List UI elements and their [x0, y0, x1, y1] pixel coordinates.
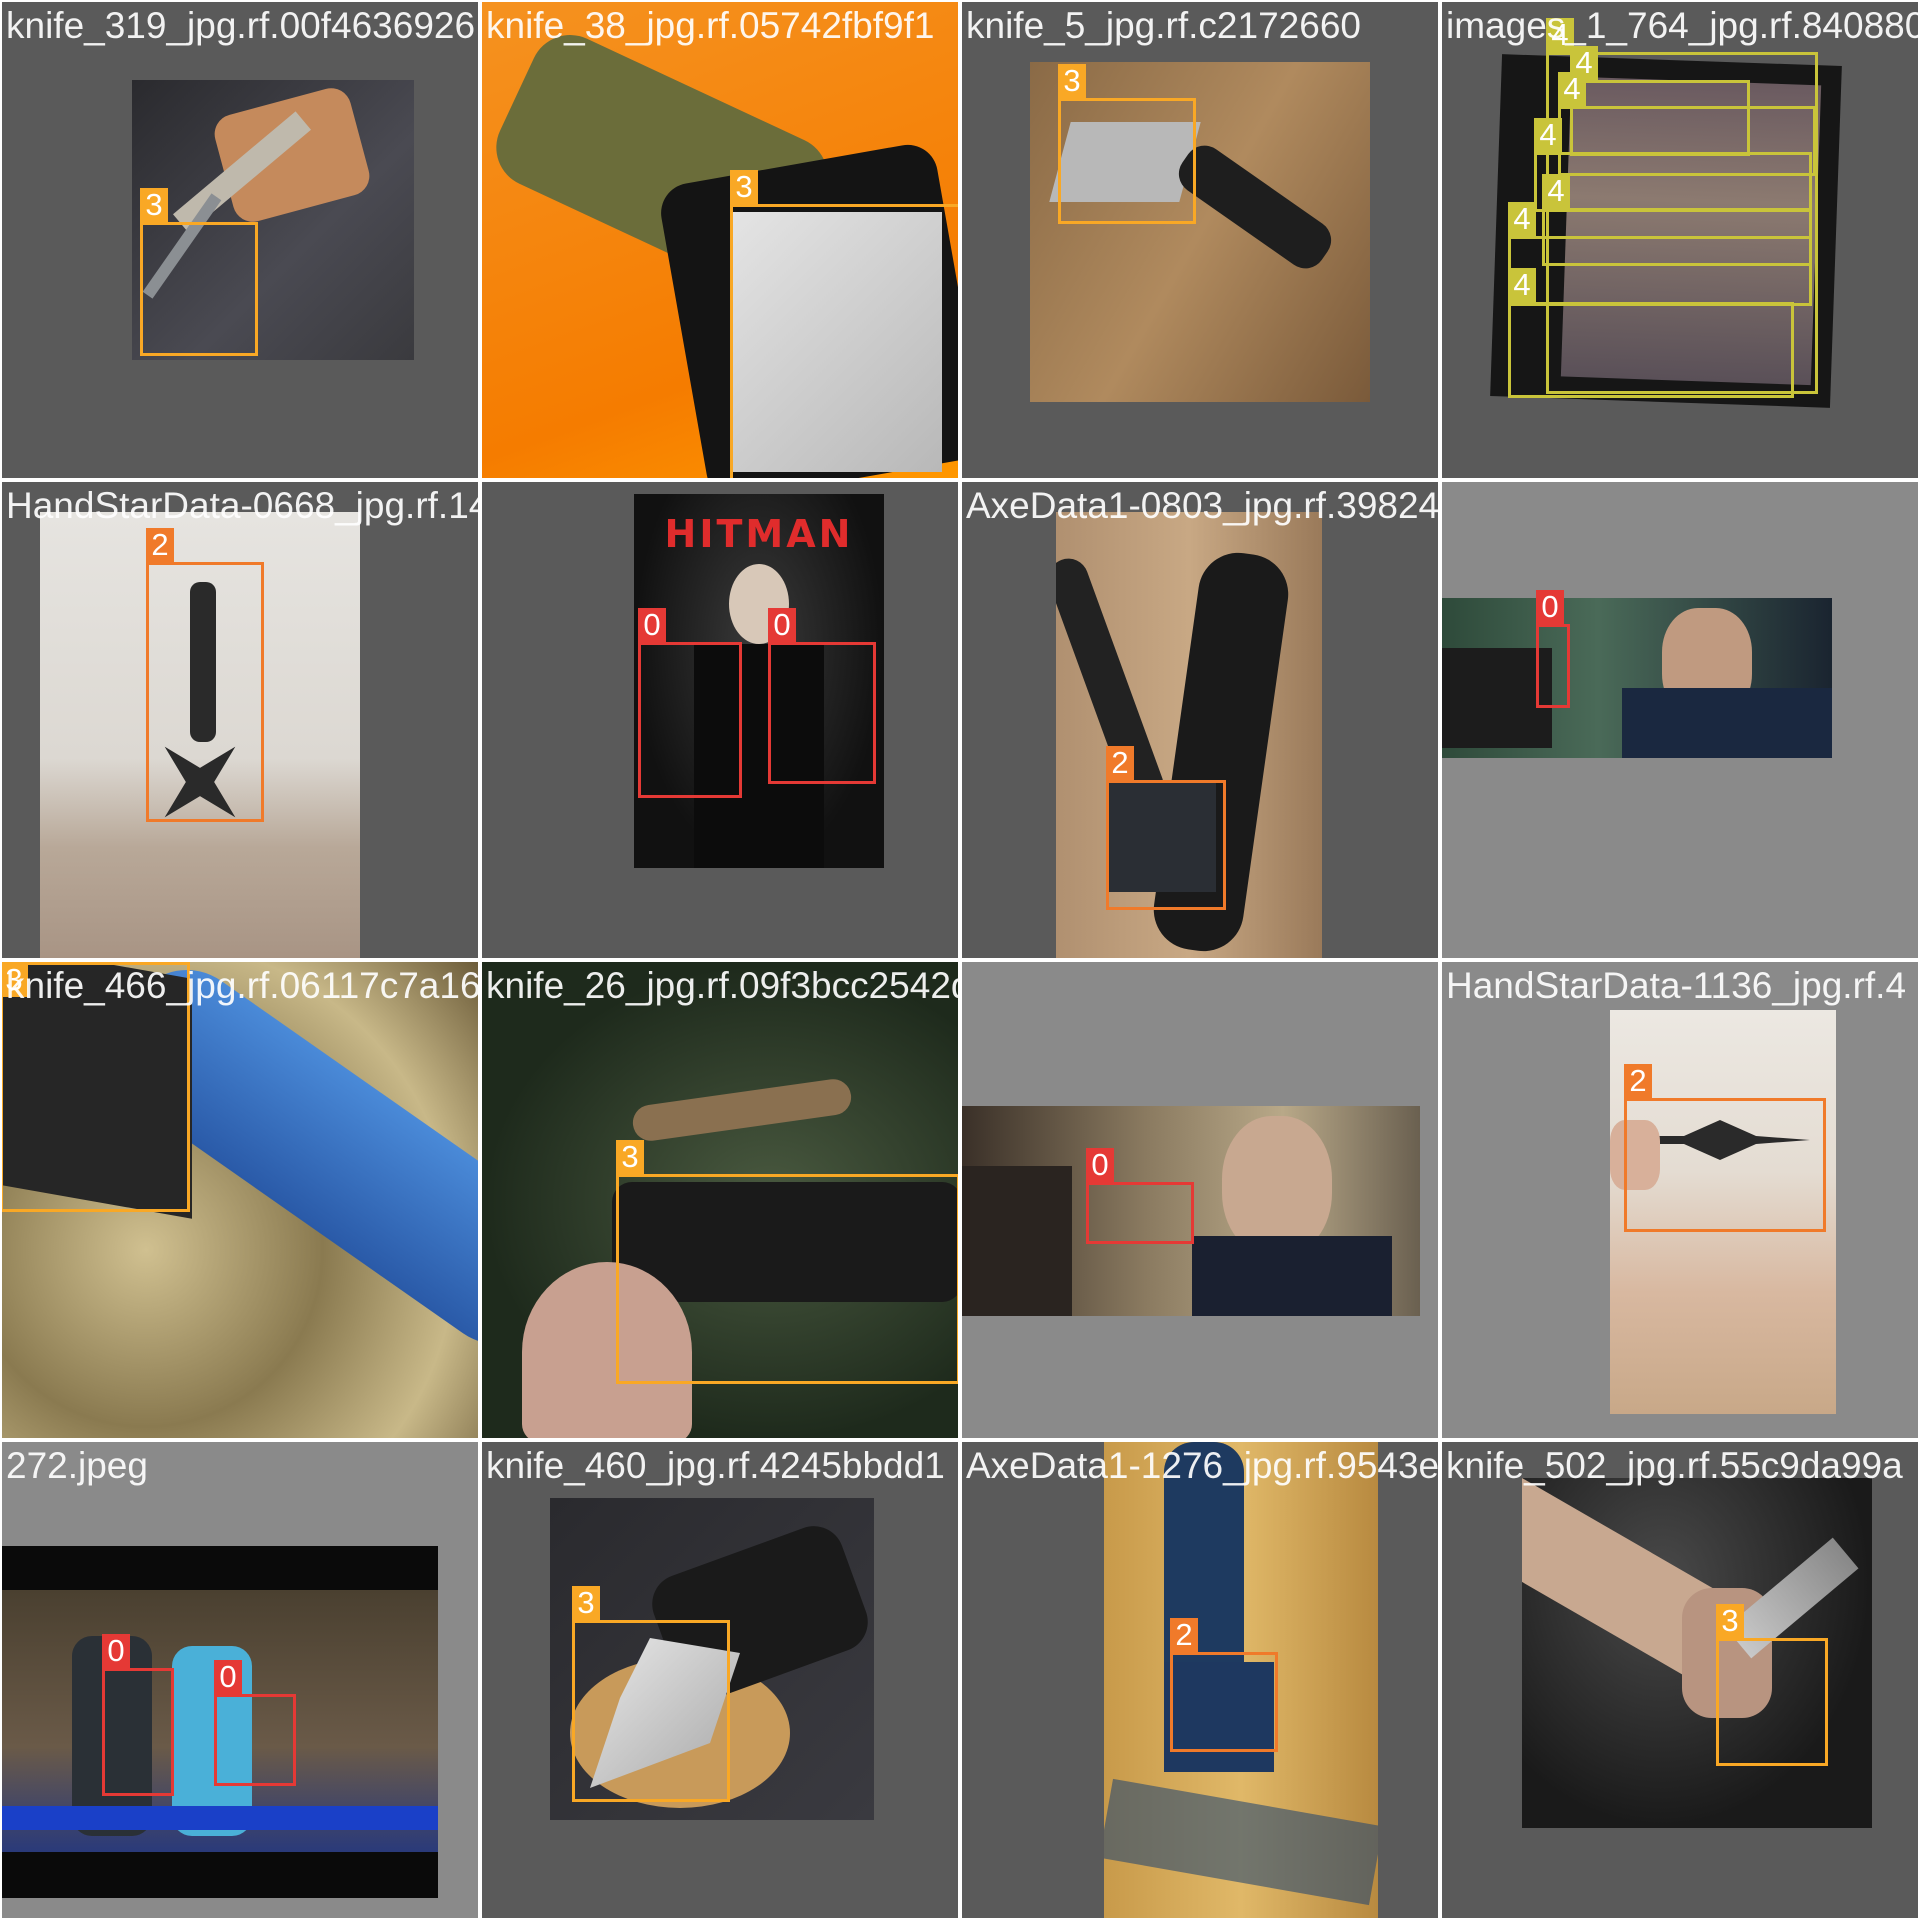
- class-label: 0: [768, 608, 796, 642]
- tile-6[interactable]: 2 AxeData1-0803_jpg.rf.3982427687e76fdfb…: [960, 480, 1440, 960]
- bbox: 3: [730, 170, 958, 478]
- poster-title: HITMAN: [664, 512, 854, 556]
- bbox: 4: [1534, 118, 1812, 212]
- class-label: 4: [1558, 72, 1586, 106]
- class-label: 4: [1508, 202, 1536, 236]
- tile-2[interactable]: 3 knife_5_jpg.rf.c2172660: [960, 0, 1440, 480]
- tile-13[interactable]: 3 knife_460_jpg.rf.4245bbdd1: [480, 1440, 960, 1920]
- filename: knife_38_jpg.rf.05742fbf9f1: [486, 5, 935, 46]
- filename: knife_502_jpg.rf.55c9da99a: [1446, 1445, 1903, 1486]
- filename: knife_466_jpg.rf.06117c7a1638: [6, 965, 480, 1006]
- filename: knife_5_jpg.rf.c2172660: [966, 5, 1361, 46]
- bbox: 0: [102, 1634, 174, 1796]
- bbox: 0: [768, 608, 876, 784]
- class-label: 3: [1058, 64, 1086, 98]
- filename: knife_26_jpg.rf.09f3bcc2542d2540ebaa8baf: [486, 965, 958, 1006]
- class-label: 3: [140, 188, 168, 222]
- bbox: 4: [1508, 268, 1794, 398]
- bbox: 3: [616, 1140, 958, 1384]
- bbox: 3: [1716, 1604, 1828, 1766]
- bbox: 0: [1086, 1148, 1194, 1244]
- filename: knife_460_jpg.rf.4245bbdd1: [486, 1445, 945, 1486]
- filename: HandStarData-1136_jpg.rf.4: [1446, 965, 1907, 1006]
- filename: HandStarData-0668_jpg.rf.14f07b574b8898e: [6, 485, 478, 526]
- filename: AxeData1-1276_jpg.rf.9543e: [966, 1445, 1440, 1486]
- tile-9[interactable]: 3 knife_26_jpg.rf.09f3bcc2542d2540ebaa8b…: [480, 960, 960, 1440]
- class-label: 2: [146, 528, 174, 562]
- tile-12[interactable]: 0 0 272.jpeg: [0, 1440, 480, 1920]
- bbox: 4: [1508, 202, 1812, 306]
- tile-5[interactable]: HITMAN 0 0: [480, 480, 960, 960]
- tile-3[interactable]: 4 4 4 4 4 4 4 images_1_764_jpg.rf.840880…: [1440, 0, 1920, 480]
- tile-10[interactable]: 0: [960, 960, 1440, 1440]
- class-label: 0: [1086, 1148, 1114, 1182]
- mosaic-grid: 3 knife_319_jpg.rf.00f4636926 3 knife_38…: [0, 0, 1920, 1920]
- class-label: 3: [730, 170, 758, 204]
- tile-14[interactable]: 2 AxeData1-1276_jpg.rf.9543e: [960, 1440, 1440, 1920]
- class-label: 0: [102, 1634, 130, 1668]
- bbox: 2: [1106, 746, 1226, 910]
- bbox: 2: [1170, 1618, 1278, 1752]
- filename: AxeData1-0803_jpg.rf.3982427687e76fdfb84: [966, 485, 1440, 526]
- class-label: 2: [1106, 746, 1134, 780]
- class-label: 4: [1534, 118, 1562, 152]
- tile-15[interactable]: 3 knife_502_jpg.rf.55c9da99a: [1440, 1440, 1920, 1920]
- class-label: 0: [638, 608, 666, 642]
- class-label: 3: [1716, 1604, 1744, 1638]
- class-label: 3: [616, 1140, 644, 1174]
- class-label: 2: [1624, 1064, 1652, 1098]
- bbox: 0: [214, 1660, 296, 1786]
- class-label: 4: [1508, 268, 1536, 302]
- bbox: 2: [146, 528, 264, 822]
- class-label: 0: [1536, 590, 1564, 624]
- bbox: 0: [1536, 590, 1570, 708]
- class-label: 3: [572, 1586, 600, 1620]
- bbox: 3: [140, 188, 258, 356]
- filename: images_1_764_jpg.rf.840880f5: [1446, 5, 1920, 46]
- class-label: 2: [1170, 1618, 1198, 1652]
- tile-7[interactable]: 0: [1440, 480, 1920, 960]
- bbox: 2: [1624, 1064, 1826, 1232]
- bbox: 0: [638, 608, 742, 798]
- tile-1[interactable]: 3 knife_38_jpg.rf.05742fbf9f1: [480, 0, 960, 480]
- photo: [1442, 598, 1832, 758]
- tile-8[interactable]: 3 knife_466_jpg.rf.06117c7a1638: [0, 960, 480, 1440]
- filename: knife_319_jpg.rf.00f4636926: [6, 5, 476, 46]
- tile-4[interactable]: 2 HandStarData-0668_jpg.rf.14f07b574b889…: [0, 480, 480, 960]
- filename: 272.jpeg: [6, 1445, 148, 1486]
- class-label: 4: [1542, 174, 1570, 208]
- tile-11[interactable]: 2 HandStarData-1136_jpg.rf.4: [1440, 960, 1920, 1440]
- class-label: 0: [214, 1660, 242, 1694]
- bbox: 3: [572, 1586, 730, 1802]
- bbox: 3: [1058, 64, 1196, 224]
- tile-0[interactable]: 3 knife_319_jpg.rf.00f4636926: [0, 0, 480, 480]
